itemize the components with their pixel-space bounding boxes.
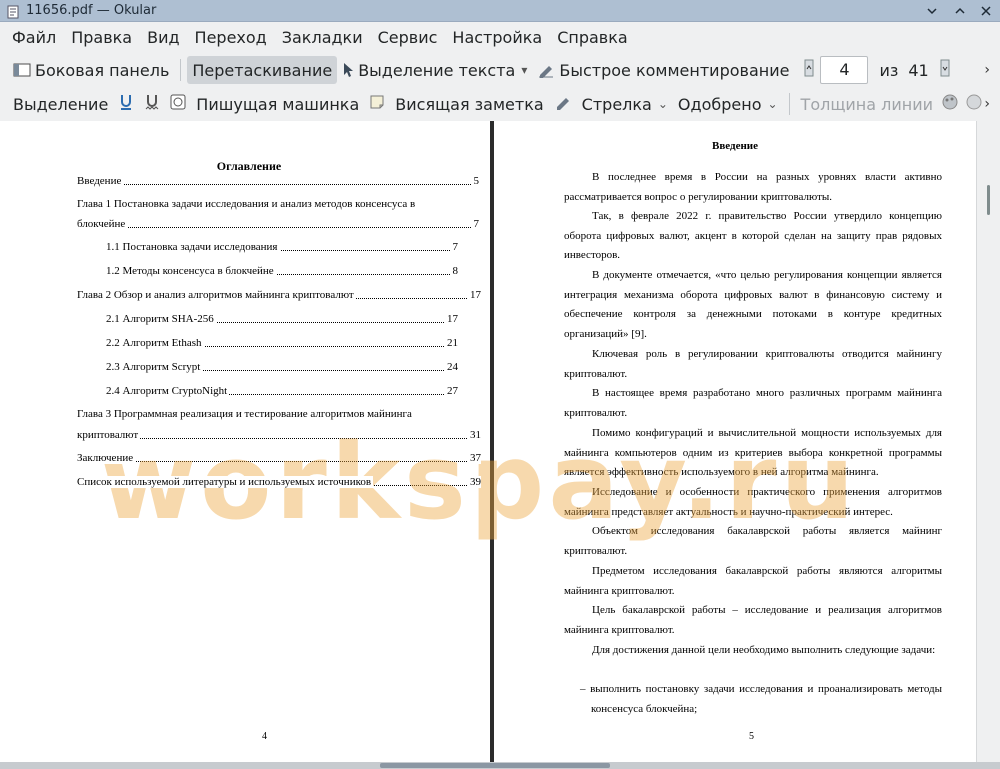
typewriter-label: Пишущая машинка	[196, 94, 360, 114]
page-number-input[interactable]: 4	[820, 56, 869, 84]
previous-page-icon[interactable]	[804, 59, 814, 81]
menu-settings[interactable]: Настройка	[446, 24, 548, 51]
drag-mode-label: Перетаскивание	[192, 60, 333, 80]
text-selection-button[interactable]: Выделение текста ▾	[337, 56, 532, 84]
line-width-label: Толщина линии	[800, 94, 934, 114]
body-paragraph: Так, в феврале 2022 г. правительство Рос…	[564, 210, 942, 262]
section-title: Введение	[711, 140, 759, 152]
body-paragraph: В последнее время в России на разных уро…	[564, 171, 942, 203]
chevron-down-icon[interactable]: ⌄	[767, 97, 777, 111]
arrow-label: Стрелка	[581, 94, 652, 114]
menu-file[interactable]: Файл	[6, 24, 62, 51]
body-paragraph: Для достижения данной цели необходимо вы…	[592, 644, 936, 656]
sticky-note-button[interactable]: Висящая заметка	[390, 90, 548, 118]
title-bar: 11656.pdf — Okular	[0, 0, 1000, 22]
body-paragraph: Предметом исследования бакалаврской рабо…	[564, 565, 942, 597]
scrollbar-thumb[interactable]	[987, 185, 990, 215]
okular-app-icon	[6, 4, 20, 18]
menu-go[interactable]: Переход	[189, 24, 273, 51]
line-width-button[interactable]: Толщина линии	[796, 90, 939, 118]
pdf-page-5: Введение В последнее время в России на р…	[494, 121, 976, 762]
next-page-icon[interactable]	[940, 59, 950, 81]
underline-icon[interactable]	[118, 93, 134, 115]
arrow-button[interactable]: Стрелка ⌄	[577, 90, 673, 118]
toc-entry[interactable]: 2.3 Алгоритм Scrypt 24	[106, 361, 458, 373]
marker-icon[interactable]	[554, 94, 572, 114]
page-number: 5	[749, 731, 754, 742]
quick-annotation-label: Быстрое комментирование	[559, 60, 790, 80]
chevron-down-icon[interactable]: ⌄	[658, 97, 668, 111]
cursor-arrow-icon	[342, 62, 354, 78]
drag-mode-button[interactable]: Перетаскивание	[187, 56, 338, 84]
menu-tools[interactable]: Сервис	[372, 24, 444, 51]
approved-label: Одобрено	[677, 94, 762, 114]
toc-entry[interactable]: Глава 2 Обзор и анализ алгоритмов майнин…	[77, 289, 481, 301]
body-paragraph: Объектом исследования бакалаврской работ…	[564, 525, 942, 557]
list-item: – выполнить постановку задачи исследован…	[580, 683, 942, 715]
toolbar-overflow-icon[interactable]: ›	[984, 62, 990, 78]
toc-entry[interactable]: 1.1 Постановка задачи исследования 7	[106, 241, 458, 253]
menu-view[interactable]: Вид	[141, 24, 185, 51]
close-icon[interactable]	[978, 3, 994, 19]
menu-edit[interactable]: Правка	[65, 24, 138, 51]
toc-entry[interactable]: 2.1 Алгоритм SHA-256 17	[106, 313, 458, 325]
horizontal-scrollbar-thumb[interactable]	[380, 763, 610, 768]
toc-entry[interactable]: 2.2 Алгоритм Ethash 21	[106, 337, 458, 349]
maximize-icon[interactable]	[952, 3, 968, 19]
minimize-icon[interactable]	[924, 3, 940, 19]
horizontal-scrollbar[interactable]	[0, 762, 1000, 769]
pdf-page-4: Оглавление Введение 5 Глава 1 Постановка …	[8, 121, 490, 762]
body-paragraph: Помимо конфигураций и вычислительной мощ…	[564, 427, 942, 479]
toc-entry[interactable]: Введение 5	[77, 175, 479, 187]
quick-annotation-button[interactable]: Быстрое комментирование	[532, 56, 794, 84]
menu-bar: Файл Правка Вид Переход Закладки Сервис …	[0, 22, 1000, 52]
page-of-label: из	[879, 60, 899, 80]
toc-entry[interactable]: Список используемой литературы и использ…	[77, 476, 481, 488]
opacity-icon[interactable]	[966, 94, 982, 114]
window-title: 11656.pdf — Okular	[26, 3, 157, 18]
body-paragraph: Ключевая роль в регулировании криптовалю…	[564, 348, 942, 380]
page-number: 4	[262, 731, 267, 742]
text-selection-label: Выделение текста	[358, 60, 516, 80]
highlight-button[interactable]: Выделение	[8, 90, 113, 118]
toolbar-separator	[788, 93, 790, 115]
sticky-note-label: Висящая заметка	[395, 94, 544, 114]
toc-entry[interactable]: блокчейне 7	[77, 218, 479, 230]
sidebar-icon	[13, 62, 31, 78]
annotation-toolbar: Выделение Пишущая машинка Висящая заметк…	[0, 87, 1000, 121]
stamp-icon[interactable]	[170, 94, 186, 114]
pen-icon	[537, 62, 555, 78]
toc-entry[interactable]: криптовалют 31	[77, 429, 481, 441]
sidebar-button-label: Боковая панель	[35, 60, 170, 80]
toc-entry[interactable]: Глава 1 Постановка задачи исследования и…	[77, 198, 479, 210]
toc-entry[interactable]: Глава 3 Программная реализация и тестиро…	[77, 408, 479, 420]
main-toolbar: Боковая панель Перетаскивание Выделение …	[0, 53, 1000, 87]
sidebar-button[interactable]: Боковая панель	[8, 56, 174, 84]
menu-help[interactable]: Справка	[551, 24, 634, 51]
body-paragraph: Цель бакалаврской работы – исследование …	[564, 604, 942, 636]
body-paragraph: В настоящее время разработано много разл…	[564, 387, 942, 419]
menu-bookmarks[interactable]: Закладки	[276, 24, 369, 51]
toc-entry[interactable]: 1.2 Методы консенсуса в блокчейне 8	[106, 265, 458, 277]
note-icon[interactable]	[369, 94, 385, 114]
chevron-down-icon[interactable]: ▾	[521, 63, 527, 77]
page-total-label: 41	[908, 60, 929, 80]
toc-entry[interactable]: Заключение 37	[77, 452, 481, 464]
approved-stamp-button[interactable]: Одобрено ⌄	[673, 90, 783, 118]
squiggly-underline-icon[interactable]	[144, 93, 160, 115]
toolbar-overflow-icon[interactable]: ›	[984, 96, 990, 112]
body-paragraph: Исследование и особенности практического…	[564, 486, 942, 518]
body-paragraph: В документе отмечается, «что целью регул…	[564, 269, 942, 340]
typewriter-button[interactable]: Пишущая машинка	[191, 90, 364, 118]
toc-title: Оглавление	[216, 159, 282, 173]
document-view[interactable]: Оглавление Введение 5 Глава 1 Постановка …	[0, 121, 1000, 762]
toolbar-separator	[180, 59, 182, 81]
toc-entry[interactable]: 2.4 Алгоритм CryptoNight 27	[106, 385, 458, 397]
highlight-label: Выделение	[13, 94, 109, 114]
color-palette-icon[interactable]	[942, 94, 958, 114]
vertical-scrollbar[interactable]	[976, 121, 1000, 762]
